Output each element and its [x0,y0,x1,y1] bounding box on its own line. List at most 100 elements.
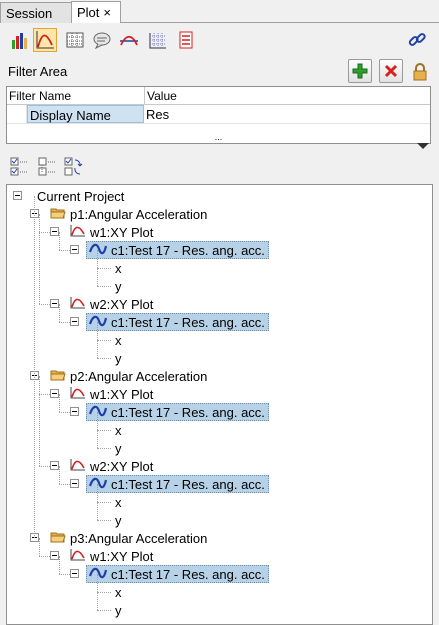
tree-axis-item[interactable]: y [115,349,122,367]
tree-axis-item-label: x [115,422,122,438]
tree-window-item[interactable]: w1:XY Plot [70,385,153,403]
tab-session-label: Session [6,6,53,21]
tree-axis-item[interactable]: x [115,331,122,349]
legend-icon[interactable] [174,28,198,52]
grid-icon[interactable] [146,28,170,52]
tree-connector [59,250,70,251]
delete-icon [384,64,398,78]
filter-name-cell[interactable]: Display Name [27,105,144,123]
xy-plot-icon [70,458,86,475]
tree-curve-item[interactable]: c1:Test 17 - Res. ang. acc. [86,475,269,493]
expand-window-toggle[interactable] [50,389,59,398]
expand-root-toggle[interactable] [13,191,22,200]
table-icon[interactable] [63,28,87,52]
tab-plot[interactable]: Plot × [71,1,121,23]
filter-table-resize-grip[interactable]: ... [7,131,430,143]
tree-connector [39,214,40,304]
lock-icon[interactable] [411,62,431,82]
folder-icon [50,206,66,223]
selected-curve-highlight[interactable]: c1:Test 17 - Res. ang. acc. [86,475,269,493]
tree-window-item[interactable]: w2:XY Plot [70,295,153,313]
tree-connector [59,466,60,484]
tree-axis-item[interactable]: x [115,259,122,277]
toggle-check-icon[interactable] [64,156,84,178]
tree-connector [34,196,35,538]
project-tree[interactable]: Current Project p1:Angular Acceleration w1… [6,184,433,625]
tree-axis-item[interactable]: x [115,583,122,601]
tree-root[interactable]: Current Project [37,187,124,205]
tree-curve-item[interactable]: c1:Test 17 - Res. ang. acc. [86,241,269,259]
selected-curve-highlight[interactable]: c1:Test 17 - Res. ang. acc. [86,313,269,331]
curve-icon [88,242,108,259]
tab-session[interactable]: Session [0,2,72,23]
delete-filter-button[interactable] [379,59,403,83]
link-icon[interactable] [405,28,429,52]
tree-connector [59,232,60,250]
tree-axis-item[interactable]: y [115,511,122,529]
xy-plot-icon [70,548,86,565]
tree-connector [39,538,40,556]
tree-curve-item[interactable]: c1:Test 17 - Res. ang. acc. [86,565,269,583]
folder-icon [50,530,66,547]
tree-page-item-label: p1:Angular Acceleration [70,206,208,222]
curve-attributes-icon[interactable] [117,28,141,52]
tree-connector [39,232,50,233]
tree-connector [59,574,70,575]
check-all-icon[interactable] [10,156,30,178]
tree-axis-item[interactable]: x [115,493,122,511]
tree-connector [97,592,111,593]
filter-row[interactable]: Display Name Res [7,105,430,124]
tree-axis-item-label: y [115,278,122,294]
tree-connector [59,394,60,412]
tree-connector [97,610,111,611]
selected-curve-highlight[interactable]: c1:Test 17 - Res. ang. acc. [86,565,269,583]
tree-connector [97,286,111,287]
plus-icon [352,63,368,79]
xy-plot-icon[interactable] [33,28,57,52]
tree-connector [39,466,50,467]
expand-window-toggle[interactable] [50,461,59,470]
add-filter-button[interactable] [348,59,372,83]
chevron-down-icon[interactable] [417,143,429,149]
tree-connector [97,268,111,269]
folder-icon [50,368,66,385]
tree-axis-item-label: x [115,584,122,600]
expand-curve-toggle[interactable] [70,407,79,416]
column-value[interactable]: Value [145,87,430,104]
tree-axis-item[interactable]: y [115,277,122,295]
curve-icon [88,566,108,583]
tree-axis-item[interactable]: y [115,601,122,619]
tree-window-item[interactable]: w1:XY Plot [70,223,153,241]
expand-curve-toggle[interactable] [70,479,79,488]
tree-connector [59,556,60,574]
note-icon[interactable] [90,28,114,52]
tree-page-item[interactable]: p3:Angular Acceleration [50,529,207,547]
expand-curve-toggle[interactable] [70,245,79,254]
tree-axis-item[interactable]: x [115,421,122,439]
expand-window-toggle[interactable] [50,551,59,560]
tree-connector [97,574,98,610]
column-filter-name[interactable]: Filter Name [7,87,145,104]
uncheck-all-icon[interactable] [38,156,58,178]
selected-curve-highlight[interactable]: c1:Test 17 - Res. ang. acc. [86,403,269,421]
tree-page-item[interactable]: p1:Angular Acceleration [50,205,207,223]
selected-curve-highlight[interactable]: c1:Test 17 - Res. ang. acc. [86,241,269,259]
xy-plot-icon [70,386,86,403]
filter-value-cell[interactable]: Res [144,105,429,123]
tree-window-item[interactable]: w2:XY Plot [70,457,153,475]
bar-chart-icon[interactable] [8,28,32,52]
close-tab-icon[interactable]: × [103,5,111,20]
tree-connector [97,412,98,448]
tree-window-item[interactable]: w1:XY Plot [70,547,153,565]
tree-axis-item[interactable]: y [115,439,122,457]
tree-page-item[interactable]: p2:Angular Acceleration [50,367,207,385]
expand-curve-toggle[interactable] [70,317,79,326]
expand-window-toggle[interactable] [50,299,59,308]
tree-axis-item-label: y [115,440,122,456]
tab-plot-label: Plot [77,5,100,20]
tree-curve-item[interactable]: c1:Test 17 - Res. ang. acc. [86,403,269,421]
expand-window-toggle[interactable] [50,227,59,236]
tree-connector [59,322,70,323]
tree-curve-item[interactable]: c1:Test 17 - Res. ang. acc. [86,313,269,331]
expand-curve-toggle[interactable] [70,569,79,578]
